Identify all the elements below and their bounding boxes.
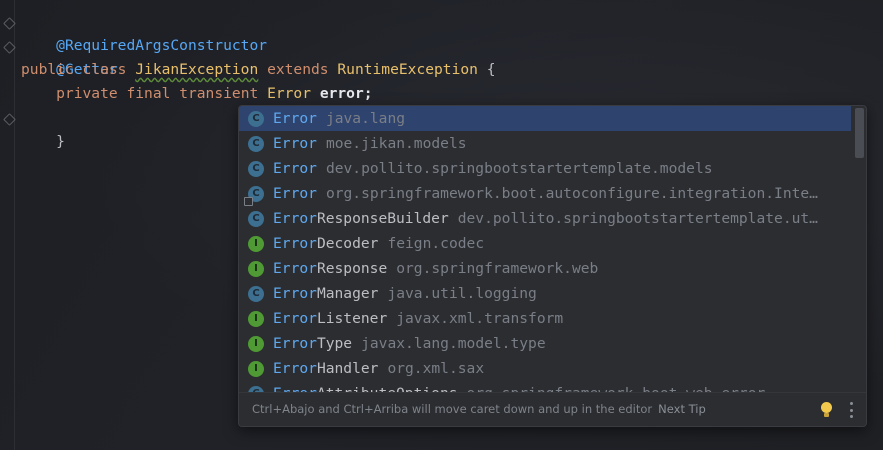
completion-item[interactable]: C Error moe.jikan.models — [239, 131, 851, 156]
keyword-extends: extends — [267, 61, 329, 78]
field-name: error — [319, 85, 364, 102]
interface-icon: I — [248, 335, 264, 352]
completion-item-name: Decoder — [316, 235, 379, 252]
completion-popup[interactable]: C Error java.lang C Error moe.jikan.models C Er… — [238, 105, 867, 427]
code-line-1: @RequiredArgsConstructor — [21, 10, 267, 54]
keyword-final: final — [126, 85, 171, 102]
lightbulb-icon[interactable] — [821, 402, 832, 417]
completion-scrollbar[interactable] — [855, 108, 864, 158]
completion-item-match: Error — [273, 135, 317, 152]
completion-item-match: Error — [273, 110, 317, 127]
completion-item-name: Type — [316, 335, 353, 352]
overlay-icon — [244, 196, 253, 206]
keyword-class: class — [82, 61, 127, 78]
completion-item-name: Listener — [316, 310, 388, 327]
completion-item-package: moe.jikan.models — [325, 135, 467, 152]
completion-item-match: Error — [273, 360, 317, 377]
completion-item-name: Manager — [316, 285, 379, 302]
class-icon: C — [248, 210, 264, 227]
completion-item[interactable]: I Error Listener javax.xml.transform — [239, 306, 851, 331]
close-brace: } — [56, 133, 65, 150]
code-editor[interactable]: @RequiredArgsConstructor @Getter public … — [0, 0, 883, 450]
code-line-2: @Getter — [21, 34, 118, 78]
completion-item-package: feign.codec — [387, 235, 485, 252]
completion-item[interactable]: I Error Decoder feign.codec — [239, 231, 851, 256]
completion-footer: Ctrl+Abajo and Ctrl+Arriba will move car… — [239, 392, 866, 426]
interface-icon: I — [248, 235, 264, 252]
completion-item[interactable]: I Error Handler org.xml.sax — [239, 356, 851, 381]
interface-icon: I — [248, 310, 264, 327]
completion-item-match: Error — [273, 260, 317, 277]
completion-item[interactable]: I Error Response org.springframework.web — [239, 256, 851, 281]
completion-item[interactable]: C Error ResponseBuilder dev.pollito.springb… — [239, 206, 851, 231]
keyword-public: public — [21, 61, 74, 78]
class-icon: C — [244, 185, 264, 206]
footer-hint: Ctrl+Abajo and Ctrl+Arriba will move car… — [252, 402, 706, 416]
completion-item[interactable]: C Error org.springframework.boot.autoconfi… — [239, 181, 851, 206]
code-line-5: } — [21, 106, 65, 150]
completion-item[interactable]: C Error java.lang — [239, 106, 851, 131]
interface-icon: I — [248, 360, 264, 377]
more-vertical-icon[interactable] — [849, 402, 853, 418]
completion-item-package: dev.pollito.springbootstartertemplate.ut… — [457, 210, 818, 227]
completion-item-name: Handler — [316, 360, 379, 377]
interface-icon: I — [248, 260, 264, 277]
class-icon: C — [248, 285, 264, 302]
class-name: JikanException — [135, 61, 259, 78]
completion-item-match: Error — [273, 210, 317, 227]
semicolon: ; — [363, 85, 373, 102]
completion-item[interactable]: I Error Type javax.lang.model.type — [239, 331, 851, 356]
keyword-transient: transient — [179, 85, 259, 102]
completion-item-package: java.lang — [325, 110, 406, 127]
footer-hint-text: Ctrl+Abajo and Ctrl+Arriba will move car… — [252, 402, 653, 416]
completion-item-match: Error — [273, 310, 317, 327]
class-icon: C — [248, 110, 264, 127]
code-line-4: private final transient Error error; — [21, 82, 373, 106]
completion-item-match: Error — [273, 285, 317, 302]
completion-item-match: Error — [273, 185, 317, 202]
keyword-private: private — [56, 85, 118, 102]
completion-item-package: javax.lang.model.type — [361, 335, 546, 352]
completion-item-package: org.xml.sax — [387, 360, 485, 377]
completion-item-name: ResponseBuilder — [316, 210, 449, 227]
completion-item-match: Error — [273, 235, 317, 252]
superclass-name: RuntimeException — [337, 61, 478, 78]
next-tip-link[interactable]: Next Tip — [658, 402, 706, 416]
completion-item-package: org.springframework.web — [396, 260, 599, 277]
completion-item-match: Error — [273, 160, 317, 177]
completion-item[interactable]: C Error Manager java.util.logging — [239, 281, 851, 306]
completion-item-match: Error — [273, 335, 317, 352]
open-brace: { — [486, 61, 496, 78]
completion-item-package: java.util.logging — [387, 285, 537, 302]
code-line-3: public class JikanException extends Runt… — [21, 58, 496, 82]
completion-item[interactable]: C Error dev.pollito.springbootstartertempl… — [239, 156, 851, 181]
completion-item-package: org.springframework.boot.autoconfigure.i… — [325, 185, 818, 202]
completion-item-package: javax.xml.transform — [396, 310, 564, 327]
completion-item-package: dev.pollito.springbootstartertemplate.mo… — [325, 160, 713, 177]
gutter — [14, 0, 15, 450]
class-icon: C — [248, 160, 264, 177]
field-type: Error — [267, 85, 312, 102]
completion-item-name: Response — [316, 260, 388, 277]
class-icon: C — [248, 135, 264, 152]
